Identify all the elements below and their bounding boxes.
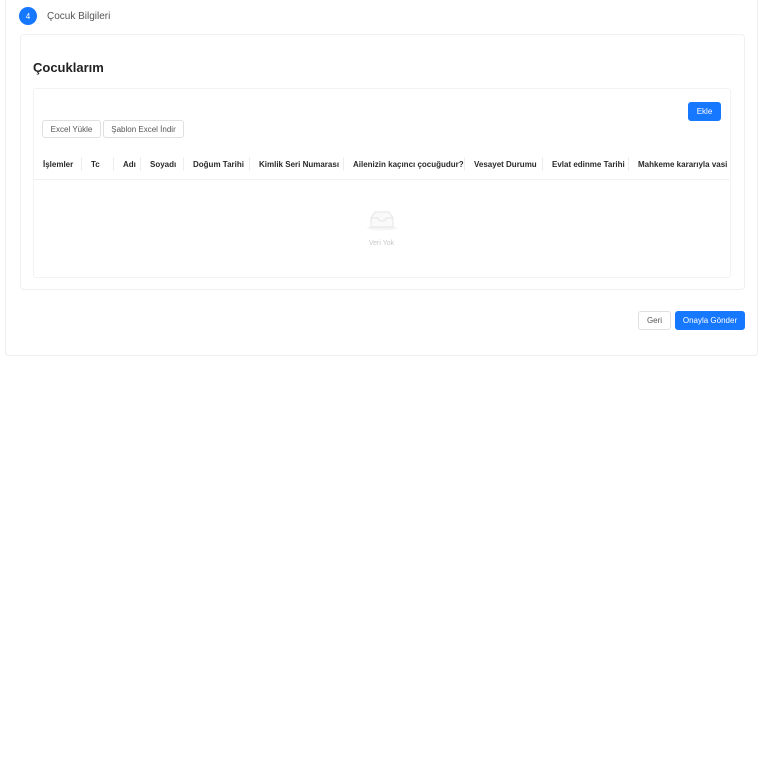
section-title: Çocuklarım (33, 60, 104, 75)
column-header-last-name[interactable]: Soyadı (141, 149, 184, 179)
column-header-child-order[interactable]: Ailenizin kaçıncı çocuğudur? (344, 149, 465, 179)
excel-upload-button[interactable]: Excel Yükle (42, 120, 101, 138)
column-header-first-name[interactable]: Adı (114, 149, 141, 179)
column-header-id-serial-number[interactable]: Kimlik Seri Numarası (250, 149, 344, 179)
table-header: İşlemler Tc Adı Soyadı Doğum Tarihi Kiml… (34, 149, 729, 180)
step-indicator: 4 Çocuk Bilgileri (19, 6, 110, 26)
table-empty-state: Veri Yok (34, 180, 729, 276)
column-header-custody-status[interactable]: Vesayet Durumu (465, 149, 543, 179)
column-header-court-guardian[interactable]: Mahkeme kararıyla vasi (629, 149, 729, 179)
add-button[interactable]: Ekle (688, 102, 721, 121)
empty-state-text: Veri Yok (368, 240, 395, 247)
back-button[interactable]: Geri (638, 311, 671, 330)
column-header-actions[interactable]: İşlemler (34, 149, 82, 179)
step-number-badge: 4 (19, 7, 37, 25)
empty-inbox-icon (366, 209, 398, 236)
column-header-birth-date[interactable]: Doğum Tarihi (184, 149, 250, 179)
column-header-tc[interactable]: Tc (82, 149, 114, 179)
template-excel-download-button[interactable]: Şablon Excel İndir (103, 120, 184, 138)
submit-for-approval-button[interactable]: Onayla Gönder (675, 311, 745, 330)
step-title: Çocuk Bilgileri (47, 10, 111, 22)
column-header-adoption-date[interactable]: Evlat edinme Tarihi (543, 149, 629, 179)
